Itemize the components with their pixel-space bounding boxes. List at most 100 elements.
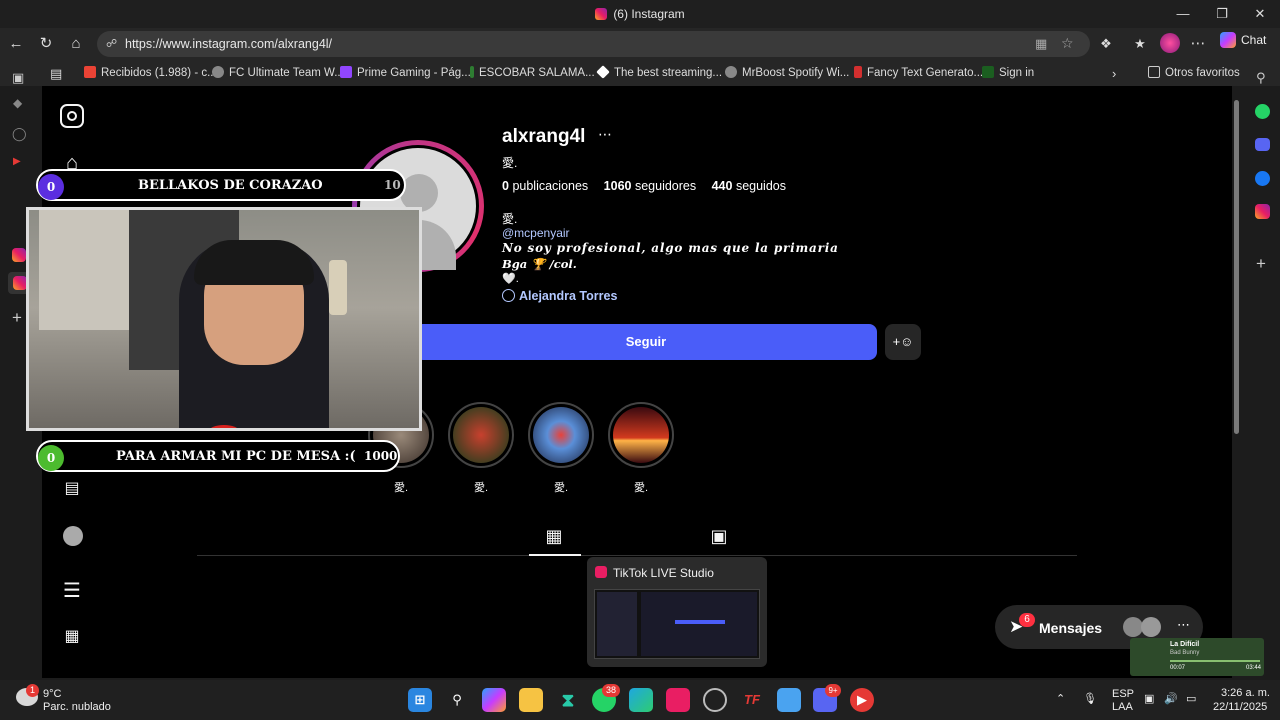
song-progress[interactable]: [1170, 660, 1260, 662]
maximize-button[interactable]: ❐: [1207, 4, 1237, 24]
highlight-label: 愛.: [553, 482, 569, 494]
app-circle-icon[interactable]: [703, 688, 727, 712]
chevron-right-icon[interactable]: ›: [1112, 66, 1116, 81]
instagram-icon[interactable]: [1255, 204, 1270, 219]
favorite-star-icon[interactable]: ☆: [1061, 35, 1074, 52]
clock-time[interactable]: 3:26 a. m.: [1221, 687, 1270, 699]
tiktok-live-studio-icon[interactable]: [666, 688, 690, 712]
facebook-icon: [502, 289, 515, 302]
url-text[interactable]: https://www.instagram.com/alxrang4l/: [125, 37, 332, 51]
volume-icon[interactable]: 🔊: [1164, 692, 1178, 705]
close-button[interactable]: ✕: [1245, 4, 1275, 24]
facebook-icon[interactable]: [1255, 171, 1270, 186]
bookmark-prime-gaming[interactable]: Prime Gaming - Pág...: [340, 66, 471, 79]
bookmark-escobar[interactable]: ESCOBAR SALAMA...: [470, 66, 595, 79]
tab-actions-icon[interactable]: ▣: [12, 70, 24, 86]
bookmarks-bar: ▤ Recibidos (1.988) - c... FC Ultimate T…: [0, 60, 1280, 86]
apps-grid-icon[interactable]: ▦: [60, 626, 84, 646]
preview-thumbnail[interactable]: [594, 589, 760, 659]
highlight-cover: [613, 407, 669, 463]
copilot-icon[interactable]: [482, 688, 506, 712]
following-link[interactable]: 440 seguidos: [712, 179, 786, 193]
clock-date[interactable]: 22/11/2025: [1213, 701, 1267, 713]
highlight-cover: [533, 407, 589, 463]
messages-label: Mensajes: [1039, 620, 1103, 636]
followers-count: 1060: [603, 179, 632, 193]
weather-temp[interactable]: 9°C: [43, 688, 61, 700]
followers-link[interactable]: 1060 seguidores: [604, 179, 696, 193]
language-code[interactable]: ESP: [1112, 688, 1134, 700]
search-icon[interactable]: ⚲: [1256, 70, 1266, 86]
posts-grid-tab-icon[interactable]: ▦: [542, 526, 566, 547]
story-highlight[interactable]: [608, 402, 674, 468]
network-icon[interactable]: ▣: [1144, 692, 1154, 705]
youtube-tab-icon[interactable]: ▶: [13, 156, 21, 167]
bookmark-fc-ultimate[interactable]: FC Ultimate Team W...: [212, 66, 344, 79]
instagram-tab-icon[interactable]: [12, 248, 26, 262]
collections-icon[interactable]: ▤: [50, 66, 62, 82]
music-widget[interactable]: La Difícil Bad Bunny 00:07 03:44: [1130, 638, 1264, 676]
browser-toolbar: ← ↻ ⌂ ☍ https://www.instagram.com/alxran…: [0, 28, 1280, 60]
profile-avatar-icon[interactable]: [1160, 33, 1180, 53]
more-options-icon[interactable]: ⋯: [1177, 617, 1190, 633]
profile-avatar-icon[interactable]: [63, 526, 83, 546]
sign-in-site-icon: [982, 66, 994, 78]
app-tf-icon[interactable]: TF: [740, 688, 764, 712]
more-menu-icon[interactable]: ⋯: [1188, 34, 1208, 54]
bio-mention-link[interactable]: @mcpenyair: [502, 226, 570, 240]
other-favorites-folder[interactable]: Otros favoritos: [1148, 66, 1240, 79]
app-available-icon[interactable]: ▦: [1035, 36, 1047, 52]
add-sidebar-app-icon[interactable]: +: [1256, 254, 1266, 274]
goal-target: 10: [384, 178, 401, 192]
facebook-profile-link[interactable]: Alejandra Torres: [502, 289, 617, 303]
instagram-logo-icon[interactable]: [60, 104, 84, 128]
tiktok-live-icon: [595, 566, 607, 578]
file-explorer-icon[interactable]: [519, 688, 543, 712]
media-player-icon[interactable]: ▶: [850, 688, 874, 712]
home-icon[interactable]: ⌂: [66, 34, 86, 54]
new-tab-plus-icon[interactable]: +: [12, 308, 22, 328]
red-glow: [209, 425, 239, 428]
discord-icon[interactable]: [1255, 138, 1270, 151]
extensions-icon[interactable]: ❖: [1096, 34, 1116, 54]
dashboard-icon[interactable]: ▤: [60, 478, 84, 498]
story-highlight[interactable]: [448, 402, 514, 468]
tab-favicon-icon[interactable]: ◆: [13, 96, 22, 110]
edge-browser-icon[interactable]: [629, 688, 653, 712]
windows-taskbar: 1 9°C Parc. nublado ⊞ ⚲ ⧗ 38 TF 9+ ▶ ⌃ 🎙…: [0, 680, 1280, 720]
globe-icon[interactable]: ◯: [12, 126, 27, 142]
profile-options-icon[interactable]: ⋯: [598, 126, 612, 143]
copilot-chat-button[interactable]: Chat: [1220, 32, 1266, 48]
highlight-cover: [453, 407, 509, 463]
search-icon[interactable]: ⚲: [445, 688, 469, 712]
page-scrollbar[interactable]: [1234, 100, 1239, 434]
chevron-up-icon[interactable]: ⌃: [1056, 692, 1065, 705]
microphone-icon[interactable]: 🎙: [1083, 692, 1097, 705]
story-highlight[interactable]: [528, 402, 594, 468]
suggested-accounts-button[interactable]: +☺: [885, 324, 921, 360]
app-c-icon[interactable]: ⧗: [556, 688, 580, 712]
site-info-icon[interactable]: ☍: [106, 37, 118, 50]
bookmark-gmail[interactable]: Recibidos (1.988) - c...: [84, 66, 217, 79]
language-layout[interactable]: LAA: [1112, 701, 1133, 713]
bookmark-fancy-text[interactable]: Fancy Text Generato...: [854, 66, 983, 79]
prime-gaming-icon: [340, 66, 352, 78]
bookmark-streaming[interactable]: The best streaming...: [596, 65, 722, 79]
battery-icon[interactable]: ▭: [1186, 692, 1196, 705]
tagged-tab-icon[interactable]: ▣: [707, 526, 731, 547]
back-arrow-icon[interactable]: ←: [6, 34, 26, 54]
favorites-icon[interactable]: ★: [1130, 34, 1150, 54]
bookmark-sign-in[interactable]: Sign in: [982, 66, 1034, 79]
reload-icon[interactable]: ↻: [36, 34, 56, 54]
start-windows-icon[interactable]: ⊞: [408, 688, 432, 712]
whatsapp-icon[interactable]: [1255, 104, 1270, 119]
address-bar[interactable]: ☍ https://www.instagram.com/alxrang4l/ ▦…: [97, 31, 1090, 57]
contact-avatar: [1141, 617, 1161, 637]
menu-hamburger-icon[interactable]: ☰: [60, 578, 84, 603]
notepad-icon[interactable]: [777, 688, 801, 712]
bookmark-mrboost[interactable]: MrBoost Spotify Wi...: [725, 66, 849, 79]
weather-desc[interactable]: Parc. nublado: [43, 701, 111, 713]
follow-button[interactable]: Seguir: [415, 324, 877, 360]
minimize-button[interactable]: —: [1168, 4, 1198, 24]
taskbar-preview-window[interactable]: TikTok LIVE Studio: [587, 557, 767, 667]
